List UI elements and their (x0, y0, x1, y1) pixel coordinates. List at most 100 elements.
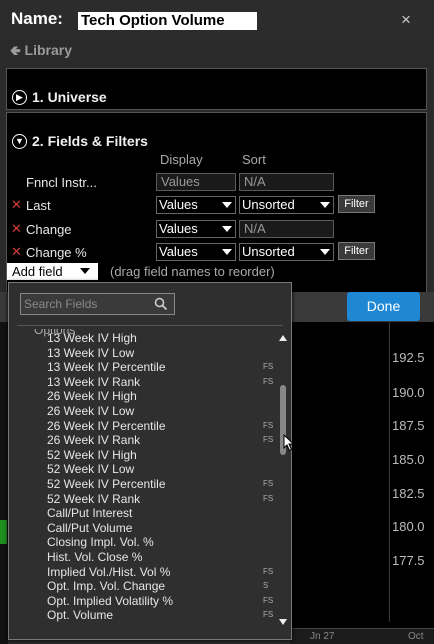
field-list-item[interactable]: Call/Put Interest (9, 506, 277, 521)
field-tag: FS (263, 362, 274, 372)
field-list-item-label: 13 Week IV High (47, 331, 137, 345)
field-list-item-label: 13 Week IV Low (47, 345, 135, 360)
field-list-item[interactable]: Implied Vol./Hist. Vol % FS (9, 565, 277, 580)
field-tag: FS (263, 566, 274, 576)
caret-down-icon (222, 226, 232, 232)
chart-time-axis: Jn 27 Oct (290, 628, 434, 644)
field-list-item[interactable]: 26 Week IV Rank FS (9, 433, 277, 448)
field-tag: FS (263, 376, 274, 386)
sort-readonly: N/A (239, 220, 334, 238)
axis-date-label: Jn 27 (310, 631, 335, 642)
field-list-item[interactable]: 13 Week IV Rank FS (9, 375, 277, 390)
field-list-item[interactable]: 13 Week IV Percentile FS (9, 360, 277, 375)
chevron-down-icon: ▼ (12, 133, 27, 149)
field-list-item[interactable]: Opt. Imp. Vol. Change S (9, 579, 277, 594)
field-row-label: Change % (26, 245, 87, 260)
field-tag: FS (263, 479, 274, 488)
library-link[interactable]: 🢀 Library (10, 42, 72, 62)
field-list-item[interactable]: Opt. Implied Volatility % FS (9, 594, 277, 609)
price-label: 180.0 (392, 519, 425, 534)
scroll-down-icon[interactable] (279, 619, 287, 625)
price-label: 192.5 (392, 350, 425, 365)
field-list-item[interactable]: Closing Impl. Vol. % (9, 535, 277, 550)
field-list-item[interactable]: 26 Week IV Low (9, 404, 277, 419)
sort-select-value: Unsorted (242, 197, 295, 212)
display-select[interactable]: Values (156, 220, 236, 238)
caret-down-icon (320, 202, 330, 208)
display-column-header: Display (160, 152, 203, 167)
universe-label: 1. Universe (32, 89, 107, 105)
sort-column-header: Sort (242, 152, 266, 167)
field-list-item[interactable]: 26 Week IV High (9, 389, 277, 404)
field-list-item[interactable]: Call/Put Volume (9, 521, 277, 536)
field-list-item[interactable]: 26 Week IV Percentile FS (9, 419, 277, 434)
arrow-left-icon: 🢀 (10, 43, 21, 58)
field-list-item-label: 52 Week IV Percentile (47, 477, 166, 491)
display-select[interactable]: Values (156, 243, 236, 261)
field-list-item[interactable]: 52 Week IV Low (9, 462, 277, 477)
field-list-item[interactable]: 13 Week IV High (9, 331, 277, 346)
price-label: 187.5 (392, 418, 425, 433)
fields-filters-label: 2. Fields & Filters (32, 133, 148, 149)
fields-filters-header[interactable]: ▼ 2. Fields & Filters (12, 133, 148, 149)
sort-select[interactable]: Unsorted (239, 196, 334, 214)
universe-section: ▶ 1. Universe (6, 68, 427, 110)
field-row-label: Change (26, 222, 72, 237)
search-box (20, 293, 175, 315)
field-list-item-label: 13 Week IV Percentile (47, 360, 166, 375)
field-list-item[interactable]: Opt. Volume FS (9, 608, 277, 623)
add-field-panel: Options 13 Week IV High13 Week IV Low13 … (8, 282, 292, 640)
field-list-item-label: 26 Week IV Rank (47, 433, 141, 448)
close-icon[interactable]: × (401, 10, 411, 30)
field-list-item-label: Call/Put Volume (47, 520, 133, 535)
sort-select-value: Unsorted (242, 244, 295, 259)
display-select[interactable]: Values (156, 196, 236, 214)
field-list-item[interactable]: Hist. Vol. Close % (9, 550, 277, 565)
remove-field-icon[interactable]: ✕ (11, 244, 22, 260)
done-button[interactable]: Done (347, 292, 420, 321)
separator (17, 325, 283, 326)
field-row-label: Last (26, 198, 51, 213)
caret-down-icon (80, 268, 90, 274)
field-list-item-label: 26 Week IV Percentile (47, 418, 166, 433)
field-list-item[interactable]: 52 Week IV Percentile FS (9, 477, 277, 492)
caret-down-icon (222, 202, 232, 208)
field-row-label: Fnncl Instr... (26, 175, 97, 190)
caret-down-icon (222, 249, 232, 255)
field-list-item-label: 52 Week IV Low (47, 462, 135, 477)
scrollbar[interactable] (279, 335, 288, 625)
add-field-dropdown[interactable]: Add field (7, 263, 98, 280)
remove-field-icon[interactable]: ✕ (11, 221, 22, 237)
sort-readonly: N/A (239, 173, 334, 191)
scroll-up-icon[interactable] (279, 335, 287, 341)
filter-button[interactable]: Filter (338, 195, 375, 213)
search-input[interactable] (24, 296, 149, 312)
search-icon[interactable] (154, 297, 168, 311)
field-list-item-label: Hist. Vol. Close % (47, 550, 143, 564)
chart-axis-line (389, 322, 390, 622)
field-list-item-label: 26 Week IV High (47, 389, 137, 404)
field-list-item-label: 52 Week IV High (47, 447, 137, 462)
field-list-item[interactable]: 52 Week IV High (9, 448, 277, 463)
universe-header[interactable]: ▶ 1. Universe (12, 89, 107, 105)
axis-date-label: Oct (408, 631, 424, 642)
filter-button[interactable]: Filter (338, 242, 375, 260)
field-tag: FS (263, 435, 274, 445)
field-tag: FS (263, 493, 274, 503)
field-tag: FS (263, 420, 274, 430)
title-bar: Name: × (0, 0, 434, 40)
price-label: 190.0 (392, 385, 425, 400)
candle-bar (0, 520, 7, 544)
drag-hint: (drag field names to reorder) (110, 264, 275, 279)
sort-select[interactable]: Unsorted (239, 243, 334, 261)
field-list: Options 13 Week IV High 13 Week IV Low 13 … (9, 329, 277, 633)
field-list-item[interactable]: 13 Week IV Low (9, 346, 277, 361)
chevron-right-icon: ▶ (12, 89, 27, 105)
remove-field-icon[interactable]: ✕ (11, 197, 22, 213)
field-list-item-label: 26 Week IV Low (47, 404, 135, 418)
field-list-item[interactable]: 52 Week IV Rank FS (9, 492, 277, 507)
name-input[interactable] (78, 12, 257, 30)
price-label: 185.0 (392, 452, 425, 467)
field-list-item-label: 52 Week IV Rank (47, 491, 141, 506)
display-select-value: Values (159, 244, 198, 259)
